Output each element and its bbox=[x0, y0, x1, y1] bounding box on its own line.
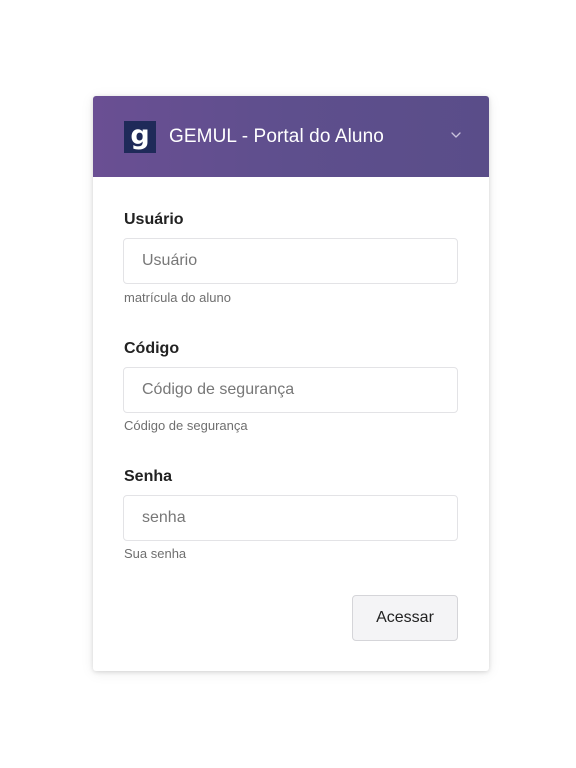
code-label: Código bbox=[124, 340, 180, 357]
password-help: Sua senha bbox=[124, 546, 187, 561]
security-code-input[interactable] bbox=[123, 367, 458, 413]
username-input[interactable] bbox=[123, 238, 458, 284]
security-code-help: Código de segurança bbox=[124, 418, 248, 433]
login-card: g GEMUL - Portal do Aluno Usuário matríc… bbox=[93, 96, 489, 671]
submit-button[interactable]: Acessar bbox=[352, 595, 458, 641]
password-input[interactable] bbox=[123, 495, 458, 541]
card-header: g GEMUL - Portal do Aluno bbox=[93, 96, 489, 177]
password-label: Senha bbox=[124, 468, 173, 485]
portal-title: GEMUL - Portal do Aluno bbox=[169, 125, 384, 147]
chevron-down-icon[interactable] bbox=[449, 128, 463, 142]
username-label: Usuário bbox=[124, 211, 184, 228]
gemul-logo: g bbox=[124, 120, 156, 153]
username-help: matrícula do aluno bbox=[124, 290, 231, 305]
